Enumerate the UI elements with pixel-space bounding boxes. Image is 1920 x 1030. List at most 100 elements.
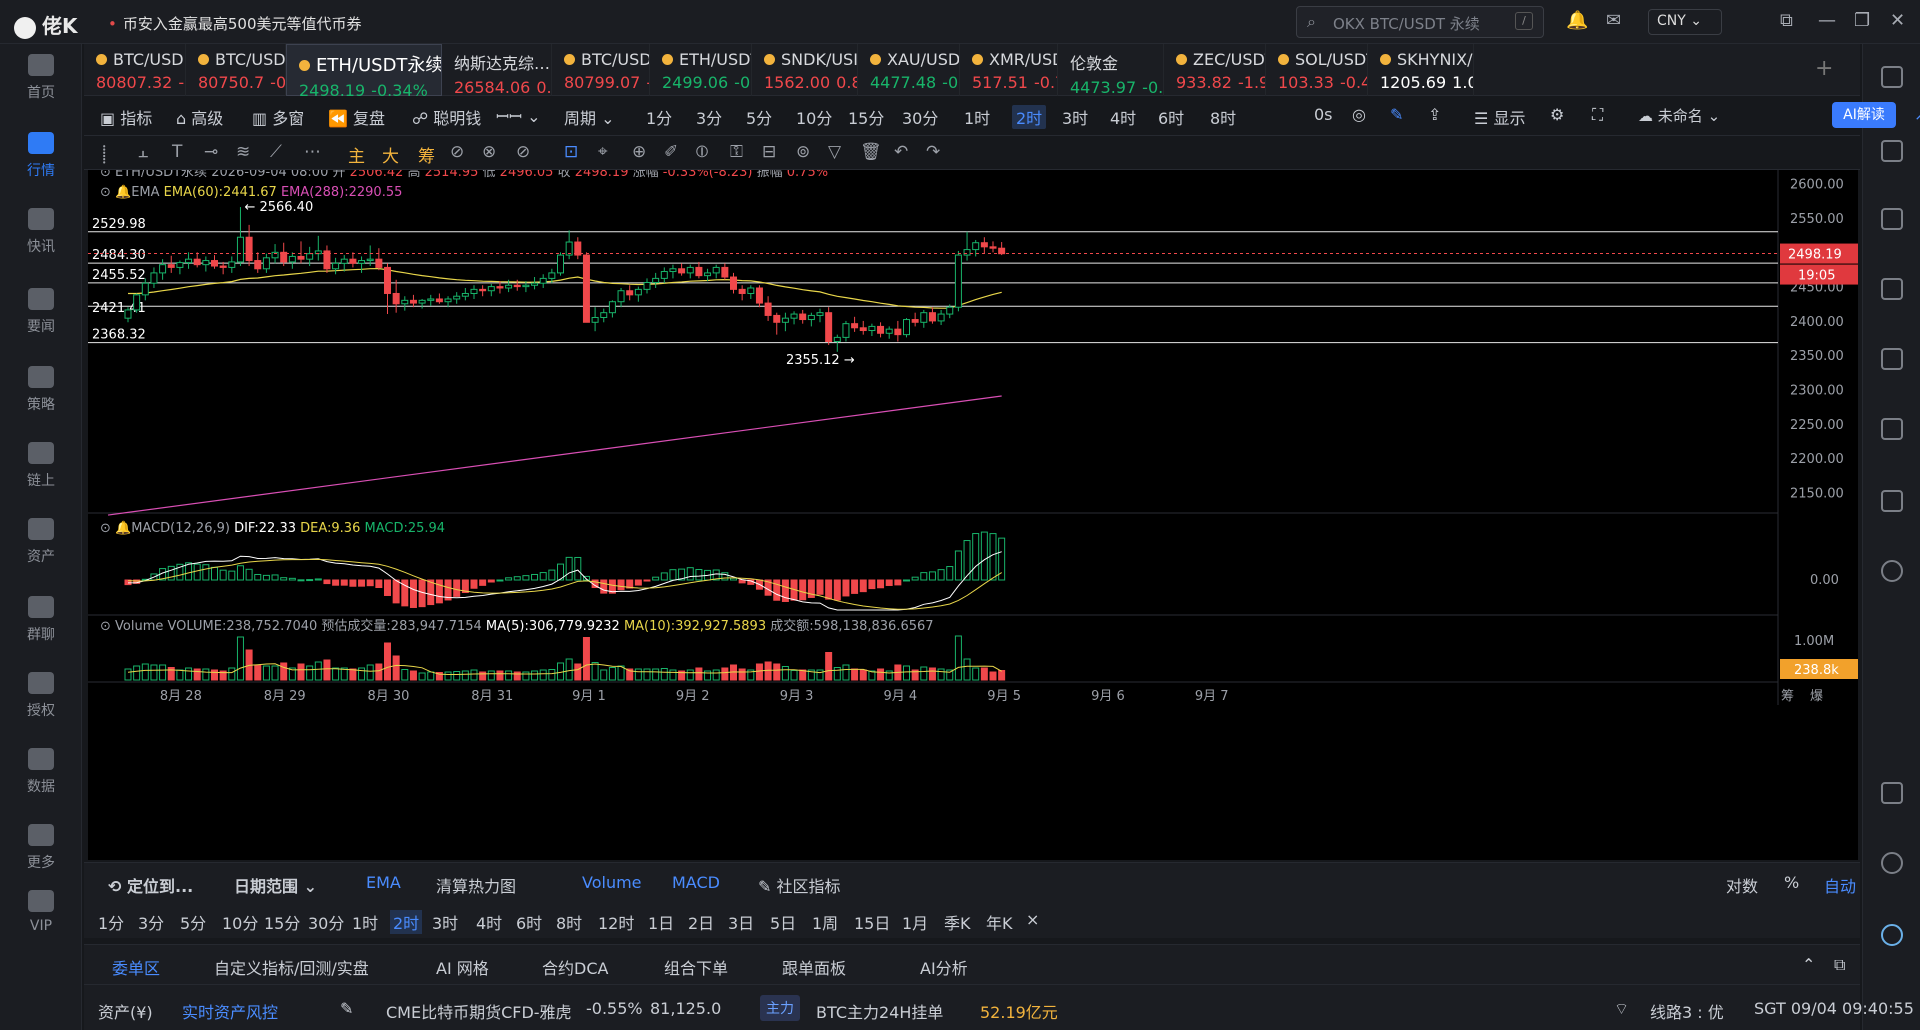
dots-icon[interactable]: ⋯ <box>304 142 321 162</box>
candle[interactable] <box>314 235 322 261</box>
candle[interactable] <box>773 312 781 335</box>
candle[interactable] <box>600 308 608 323</box>
candle[interactable] <box>686 264 694 279</box>
sidebar-item-7[interactable]: 群聊 <box>0 596 82 644</box>
close-icon[interactable]: ✕ <box>1890 10 1905 31</box>
bottom-period-3分[interactable]: 3分 <box>138 910 164 934</box>
bottom-period-2时[interactable]: 2时 <box>390 910 423 934</box>
chart-type-button[interactable]: ꟷꟷ ⌄ <box>496 105 541 127</box>
ind-community[interactable]: ✎ 社区指标 <box>758 873 841 897</box>
sidebar-item-10[interactable]: 更多 <box>0 824 82 872</box>
bottom-period-季K[interactable]: 季K <box>944 910 971 934</box>
sidebar-item-9[interactable]: 数据 <box>0 748 82 796</box>
symbol-tab[interactable]: SKHYNIX/1205.69 1.06 <box>1368 44 1474 96</box>
headset-icon[interactable] <box>1881 852 1903 874</box>
maximize-icon[interactable]: ❐ <box>1854 10 1870 31</box>
chips-icon[interactable]: 筹 <box>418 142 435 167</box>
sidebar-item-1[interactable]: 行情 <box>0 132 82 180</box>
candle[interactable] <box>859 320 867 335</box>
bottom-period-3日[interactable]: 3日 <box>728 910 754 934</box>
bottom-period-5分[interactable]: 5分 <box>180 910 206 934</box>
lock-icon[interactable]: ⚿ <box>730 142 743 162</box>
edit-icon[interactable]: ⊟ <box>762 142 776 162</box>
candle[interactable] <box>928 307 936 324</box>
bottom-period-年K[interactable]: 年K <box>986 910 1013 934</box>
candle[interactable] <box>479 285 487 297</box>
collapse-icon[interactable]: ⌃ <box>1802 955 1815 974</box>
robot-icon[interactable] <box>1881 490 1903 512</box>
candle[interactable] <box>608 300 616 318</box>
mirror-icon[interactable]: ⊗ <box>482 142 496 162</box>
ind-liquidation[interactable]: 清算热力图 <box>436 873 516 897</box>
bottom-period-1时[interactable]: 1时 <box>352 910 378 934</box>
undo-icon[interactable]: ↶ <box>894 142 908 162</box>
candle[interactable] <box>176 260 184 275</box>
sidebar-item-11[interactable]: VIP <box>0 890 82 934</box>
candle[interactable] <box>228 256 236 273</box>
grid-menu-icon[interactable] <box>1881 66 1903 88</box>
candle[interactable] <box>349 252 357 268</box>
bottom-period-5日[interactable]: 5日 <box>770 910 796 934</box>
sidebar-item-2[interactable]: 快讯 <box>0 208 82 256</box>
candle[interactable] <box>634 286 642 302</box>
trendline-icon[interactable]: ⟋ <box>270 142 282 162</box>
candle[interactable] <box>280 242 288 267</box>
candle[interactable] <box>539 274 547 288</box>
panel-tab[interactable]: 合约DCA <box>542 955 608 979</box>
candle[interactable] <box>236 207 244 267</box>
percent-scale-button[interactable]: % <box>1784 873 1799 892</box>
bell-icon[interactable]: 🔔 <box>1566 10 1588 31</box>
candle[interactable] <box>920 309 928 328</box>
edit-icon[interactable]: ✎ <box>340 999 353 1018</box>
cme-ticker-label[interactable]: CME比特币期货CFD-雅虎 <box>386 999 572 1023</box>
candle[interactable] <box>254 252 262 273</box>
candle[interactable] <box>133 293 141 313</box>
log-scale-button[interactable]: 对数 <box>1726 873 1758 897</box>
interval-6时[interactable]: 6时 <box>1158 105 1184 129</box>
candle[interactable] <box>738 285 746 301</box>
indicators-button[interactable]: ▣ 指标 <box>100 105 152 129</box>
candle[interactable] <box>678 263 686 276</box>
candle[interactable] <box>323 245 331 273</box>
candle[interactable] <box>565 230 573 260</box>
detach-icon[interactable]: ⧉ <box>1834 955 1845 975</box>
replay-button[interactable]: ⏪ 复盘 <box>328 105 385 129</box>
etf-icon[interactable] <box>1881 418 1903 440</box>
symbol-tab[interactable]: BTC/USDT 80799.07 -0 <box>552 44 650 96</box>
cursor-icon[interactable]: ⸽ <box>102 142 106 165</box>
symbol-tab[interactable]: ETH/USDT永续 2498.19 -0.34% <box>286 44 442 100</box>
candle[interactable] <box>297 241 305 264</box>
text-icon[interactable]: T <box>172 142 182 162</box>
chart-area[interactable]: ⊙ ETH/USDT永续 2026-09-04 08:00 开 2506.42 … <box>88 164 1858 860</box>
smart-money-button[interactable]: ☍ 聪明钱 <box>412 105 481 129</box>
pen-icon[interactable]: ✐ <box>664 142 678 162</box>
panel-tab[interactable]: AI分析 <box>920 955 968 979</box>
search-input[interactable]: ⌕ OKX BTC/USDT 永续 / <box>1296 6 1544 38</box>
ind-macd[interactable]: MACD <box>672 873 720 892</box>
candle[interactable] <box>825 307 833 345</box>
advanced-button[interactable]: ⌂ 高级 <box>176 105 223 129</box>
panel-tab[interactable]: AI 网格 <box>436 955 489 979</box>
add-tab-icon[interactable]: + <box>1815 56 1833 81</box>
candle[interactable] <box>816 308 824 323</box>
trash-icon[interactable]: 🗑 <box>860 142 882 162</box>
candle[interactable] <box>409 294 417 308</box>
candle[interactable] <box>799 309 807 324</box>
candle[interactable] <box>444 296 452 308</box>
symbol-tab[interactable]: 伦敦金 4473.97 -0.1 <box>1058 44 1164 97</box>
bottom-period-8时[interactable]: 8时 <box>556 910 582 934</box>
zoom-icon[interactable]: ⊕ <box>632 142 646 162</box>
candle[interactable] <box>911 312 919 327</box>
candle[interactable] <box>574 237 582 260</box>
candle[interactable] <box>989 241 997 253</box>
candle[interactable] <box>193 252 201 268</box>
bottom-period-3时[interactable]: 3时 <box>432 910 458 934</box>
candle[interactable] <box>842 320 850 342</box>
bottom-period-1分[interactable]: 1分 <box>98 910 124 934</box>
sidebar-item-0[interactable]: 首页 <box>0 54 82 102</box>
candle[interactable] <box>712 264 720 279</box>
symbol-tab[interactable]: SOL/USDT 103.33 -0.49 <box>1266 44 1368 96</box>
interval-5分[interactable]: 5分 <box>746 105 772 129</box>
candle[interactable] <box>435 293 443 304</box>
interval-3时[interactable]: 3时 <box>1062 105 1088 129</box>
